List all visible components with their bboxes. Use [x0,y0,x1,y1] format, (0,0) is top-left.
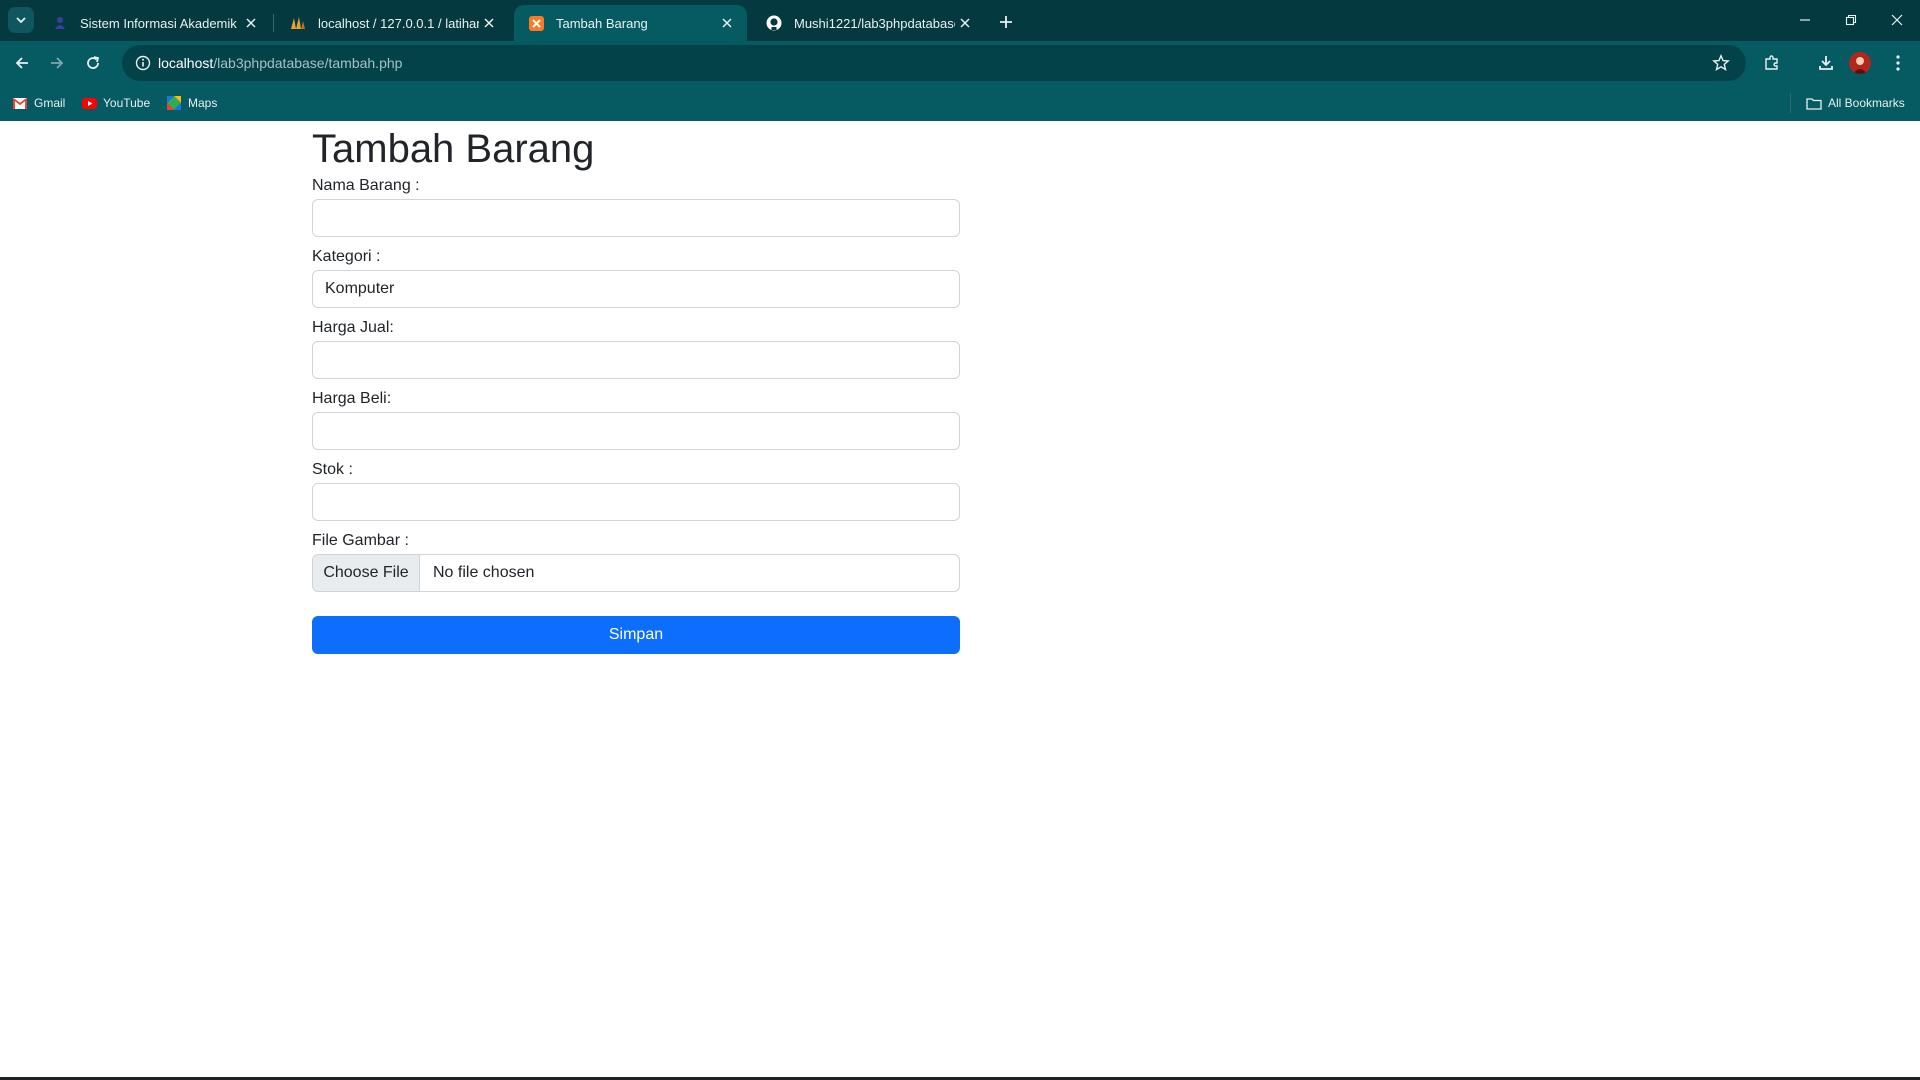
page-content: Tambah Barang Nama Barang : Kategori : H… [0,121,1920,1077]
bookmark-maps[interactable]: Maps [166,92,217,114]
stok-label: Stok : [312,461,353,478]
site-info-icon[interactable] [130,50,156,76]
back-button[interactable] [7,48,37,78]
kebab-menu-icon [1896,55,1900,71]
plus-icon [1000,16,1012,28]
menu-button[interactable] [1883,48,1913,78]
tab-title: localhost / 127.0.0.1 / latihan1 / [318,15,479,31]
page-title: Tambah Barang [312,127,595,171]
arrow-right-icon [51,57,64,69]
gmail-icon [12,95,28,111]
bookmark-youtube[interactable]: YouTube [81,92,150,114]
bookmarks-separator [1790,93,1791,113]
file-status-text: No file chosen [433,564,535,581]
profile-avatar[interactable] [1849,52,1871,74]
bookmark-star-icon[interactable] [1708,50,1734,76]
harga-jual-label: Harga Jual: [312,319,394,336]
harga-beli-label: Harga Beli: [312,390,392,407]
tab-title: Sistem Informasi Akademik [80,15,237,31]
close-tab-icon[interactable] [955,13,975,33]
tab-github[interactable]: Mushi1221/lab3phpdatabase [752,5,985,41]
tab-tambah-barang[interactable]: Tambah Barang [514,5,747,41]
url-text: localhost/lab3phpdatabase/tambah.php [158,45,402,81]
bookmark-label: Gmail [34,96,66,110]
stok-input[interactable] [312,483,960,521]
bookmark-label: Maps [188,96,218,110]
close-tab-icon[interactable] [479,13,499,33]
xampp-icon [528,15,544,31]
tab-title: Tambah Barang [556,15,648,31]
kategori-input[interactable] [312,270,960,308]
bookmarks-bar: Gmail YouTube Maps All Bookmarks [0,85,1920,121]
file-gambar-input[interactable]: Choose File No file chosen [312,554,960,592]
tab-sistem-informasi[interactable]: Sistem Informasi Akademik [38,5,271,41]
tab-title: Mushi1221/lab3phpdatabase [794,15,955,31]
restore-icon [1845,14,1857,26]
harga-beli-input[interactable] [312,412,960,450]
github-icon [766,15,782,31]
bookmark-gmail[interactable]: Gmail [12,92,65,114]
file-gambar-label: File Gambar : [312,532,409,549]
maps-icon [166,95,182,111]
youtube-icon [81,95,97,111]
downloads-button[interactable] [1811,48,1841,78]
bookmark-label: YouTube [103,96,151,110]
forward-button[interactable] [42,48,72,78]
all-bookmarks-button[interactable]: All Bookmarks [1806,92,1905,114]
extensions-button[interactable] [1757,48,1787,78]
url-host: localhost [158,55,214,71]
tab-phpmyadmin[interactable]: localhost / 127.0.0.1 / latihan1 / [276,5,509,41]
tab-search-button[interactable] [8,7,34,33]
new-tab-button[interactable] [992,8,1020,36]
puzzle-icon [1765,55,1778,70]
minimize-button[interactable] [1782,0,1828,40]
nama-barang-label: Nama Barang : [312,177,420,194]
close-window-button[interactable] [1874,0,1920,40]
reload-button[interactable] [78,48,108,78]
url-path: /lab3phpdatabase/tambah.php [213,55,403,71]
simpan-button[interactable]: Simpan [312,616,960,654]
minimize-icon [1800,19,1810,21]
all-bookmarks-label: All Bookmarks [1828,96,1905,110]
close-icon [1891,14,1903,26]
address-bar[interactable]: localhost/lab3phpdatabase/tambah.php [122,45,1746,81]
akademik-icon [52,15,68,31]
choose-file-button[interactable]: Choose File [313,555,420,591]
browser-toolbar: localhost/lab3phpdatabase/tambah.php [0,41,1920,85]
chevron-down-icon [16,17,26,24]
tambah-barang-form: Tambah Barang Nama Barang : Kategori : H… [312,121,960,654]
arrow-left-icon [15,57,28,69]
tab-strip: Sistem Informasi Akademik localhost / 12… [0,0,1920,41]
nama-barang-input[interactable] [312,199,960,237]
restore-button[interactable] [1828,0,1874,40]
close-tab-icon[interactable] [717,13,737,33]
phpmyadmin-icon [290,15,306,31]
harga-jual-input[interactable] [312,341,960,379]
avatar-icon [1853,57,1867,74]
kategori-label: Kategori : [312,248,381,265]
tab-separator [273,14,274,32]
reload-icon [87,56,100,69]
folder-icon [1806,95,1822,111]
download-icon [1819,56,1833,70]
close-tab-icon[interactable] [241,13,261,33]
